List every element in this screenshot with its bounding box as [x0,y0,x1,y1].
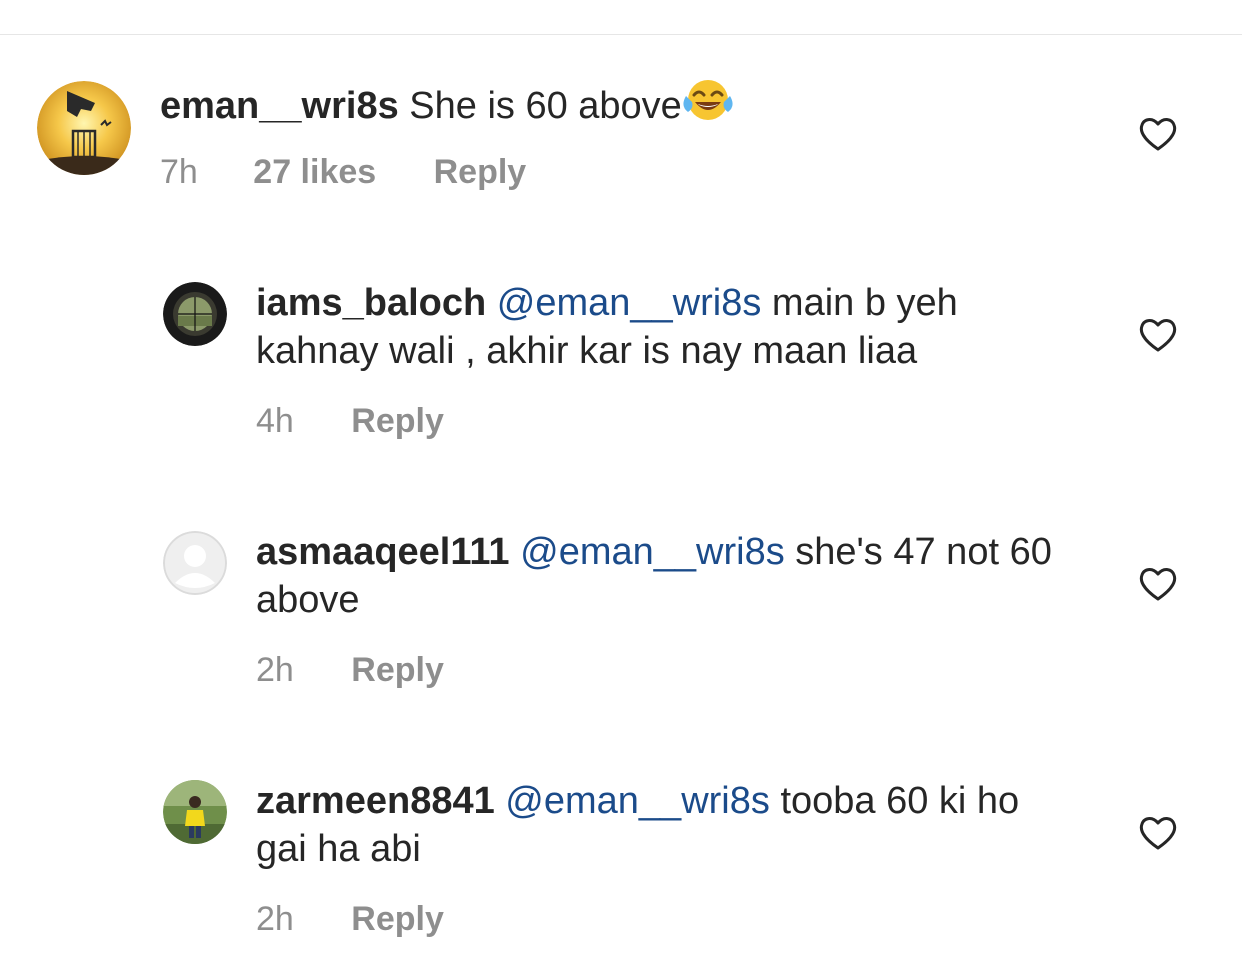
laughing-crying-emoji-icon [682,78,734,134]
avatar[interactable] [163,282,227,346]
comment-username[interactable]: iams_baloch [256,282,486,324]
avatar[interactable] [163,780,227,844]
comment-username[interactable]: eman__wri8s [160,85,399,127]
comment-meta: 2h Reply [256,650,444,690]
comment-time: 4h [256,402,294,440]
likes-count[interactable]: 27 likes [253,152,376,192]
comment-body: She is 60 above [409,85,682,127]
mention-link[interactable]: @eman__wri8s [497,282,762,324]
comment-time: 7h [160,153,198,191]
comment-meta: 2h Reply [256,899,444,939]
comment-meta: 7h 27 likes Reply [160,152,526,192]
comment-text: asmaaqeel111 @eman__wri8s she's 47 not 6… [256,528,1066,624]
top-divider [0,34,1242,35]
avatar[interactable] [163,531,227,595]
comment-time: 2h [256,900,294,938]
heart-outline-icon[interactable] [1138,116,1178,152]
comment-time: 2h [256,651,294,689]
heart-outline-icon[interactable] [1138,566,1178,602]
comment-meta: 4h Reply [256,401,444,441]
heart-outline-icon[interactable] [1138,317,1178,353]
comment-username[interactable]: zarmeen8841 [256,780,495,822]
reply-button[interactable]: Reply [434,152,527,192]
comment-username[interactable]: asmaaqeel111 [256,531,510,573]
mention-link[interactable]: @eman__wri8s [505,780,770,822]
comment-text: eman__wri8s She is 60 above [160,78,1060,134]
heart-outline-icon[interactable] [1138,815,1178,851]
avatar[interactable] [37,81,131,175]
reply-button[interactable]: Reply [351,401,444,441]
comment-text: zarmeen8841 @eman__wri8s tooba 60 ki ho … [256,777,1066,873]
comment-text: iams_baloch @eman__wri8s main b yeh kahn… [256,279,1066,375]
reply-button[interactable]: Reply [351,650,444,690]
mention-link[interactable]: @eman__wri8s [520,531,785,573]
reply-button[interactable]: Reply [351,899,444,939]
